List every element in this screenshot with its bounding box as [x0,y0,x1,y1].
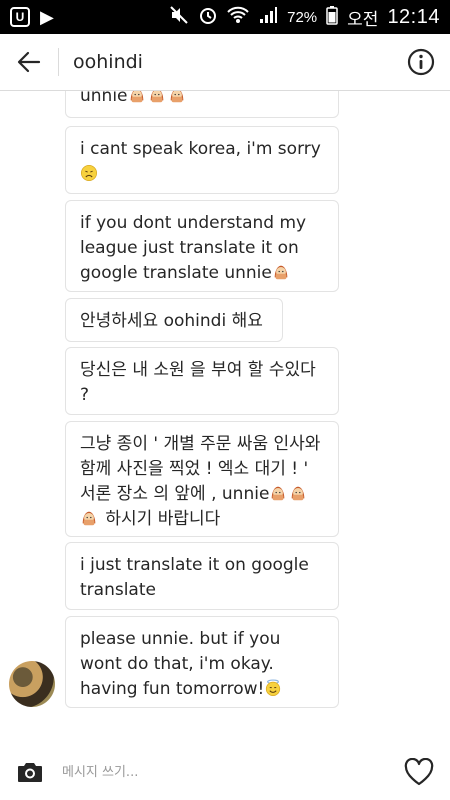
tongue-blush-emoji [272,486,285,501]
like-button[interactable] [402,755,436,789]
message-text: 당신은 내 소원 을 부여 할 수있다 ? [80,360,316,405]
battery-percent: 72% [287,8,318,26]
smiling-halo-emoji [266,679,281,697]
message-composer [0,744,450,800]
tongue-blush-emoji [150,91,163,103]
camera-icon [18,763,42,782]
avatar[interactable] [9,661,55,707]
message-input[interactable] [60,763,384,781]
tongue-blush-emoji [292,486,305,501]
tongue-blush-emoji [130,91,143,103]
status-bar: U ▶ 72% 오전 12:14 [0,0,450,34]
message-text: i cant speak korea, i'm sorry [80,139,321,159]
back-button[interactable] [0,34,58,90]
arrow-left-icon [17,51,41,73]
message-text: please unnie. but if you wont do that, i… [80,629,281,699]
carrier-icon: U [10,7,30,27]
message-bubble[interactable]: i just translate it on google translate [65,542,339,610]
camera-button[interactable] [0,744,60,800]
message-bubble[interactable]: 안녕하세요 oohindi 해요 [65,298,283,342]
chat-title[interactable]: oohindi [73,51,143,73]
message-text: i just translate it on google translate [80,555,309,600]
signal-icon [258,6,278,29]
message-text: 하시기 바랍니다 [100,509,221,529]
battery-icon [326,5,338,30]
alarm-icon [198,5,218,30]
wifi-icon [227,6,249,29]
tongue-blush-emoji [274,265,288,280]
clock: 12:14 [387,5,440,28]
worried-face-emoji [80,164,98,182]
message-bubble[interactable]: 그냥 종이 ' 개별 주문 싸움 인사와 함께 사진을 찍었 ! 엑소 대기 !… [65,421,339,537]
info-icon [407,48,435,76]
message-bubble[interactable]: unnie [65,91,339,118]
message-bubble[interactable]: please unnie. but if you wont do that, i… [65,616,339,708]
heart-icon [404,758,434,786]
message-text: unnie [80,91,128,106]
tongue-blush-emoji [82,511,96,526]
message-text: 안녕하세요 oohindi 해요 [80,311,263,331]
message-thread: unnie i cant speak korea, i'm sorry if y… [0,91,450,741]
title-divider [58,48,59,76]
play-icon: ▶ [40,7,54,27]
ampm-label: 오전 [347,9,379,29]
tongue-blush-emoji [170,91,183,103]
info-button[interactable] [406,47,436,77]
mute-icon [169,5,189,30]
message-bubble[interactable]: 당신은 내 소원 을 부여 할 수있다 ? [65,347,339,415]
chat-header: oohindi [0,34,450,91]
message-bubble[interactable]: if you dont understand my league just tr… [65,200,339,292]
message-bubble[interactable]: i cant speak korea, i'm sorry [65,126,339,194]
